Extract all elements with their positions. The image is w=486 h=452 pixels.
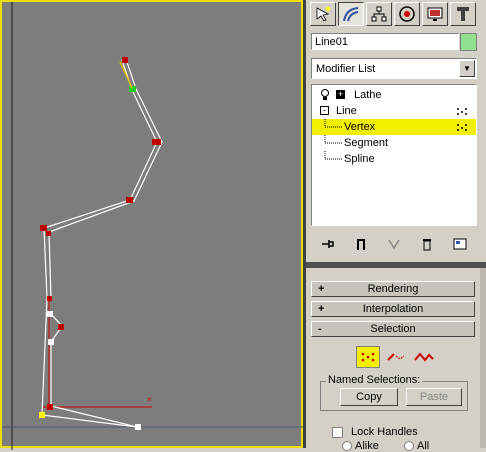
stack-item-segment[interactable]: Segment xyxy=(312,135,476,151)
vertex-mode-button[interactable] xyxy=(356,346,380,368)
rollout-label: Interpolation xyxy=(362,303,424,315)
configure-modifier-sets-button[interactable] xyxy=(450,235,470,253)
command-panel: Modifier List ▼ + Lathe - Line Vertex Se… xyxy=(306,0,486,452)
pin-stack-button[interactable] xyxy=(318,235,338,253)
vertex-dots-icon xyxy=(457,124,467,131)
vertex xyxy=(47,296,52,301)
spline-mode-button[interactable] xyxy=(412,346,436,368)
chevron-down-icon[interactable]: ▼ xyxy=(459,60,475,77)
vertex xyxy=(122,57,128,63)
lock-handles-label: Lock Handles xyxy=(351,426,418,438)
stack-item-lathe[interactable]: + Lathe xyxy=(312,87,476,103)
viewport[interactable]: × xyxy=(0,0,305,450)
stack-item-label: Segment xyxy=(344,137,389,149)
vertex xyxy=(46,231,51,236)
tab-hierarchy[interactable] xyxy=(366,2,392,26)
spline-mode-icon xyxy=(414,352,434,362)
collapse-icon[interactable]: - xyxy=(320,106,329,115)
rollout-label: Selection xyxy=(370,323,416,335)
tab-utilities[interactable] xyxy=(450,2,476,26)
rollout-interpolation[interactable]: + Interpolation xyxy=(311,301,475,317)
named-selections-group: Named Selections: Copy Paste xyxy=(320,374,468,411)
command-panel-tabs xyxy=(310,2,476,26)
create-icon xyxy=(316,7,330,22)
vertex-mode-icon xyxy=(361,352,375,362)
stack-item-vertex[interactable]: Vertex xyxy=(312,119,476,135)
stack-item-label: Lathe xyxy=(354,89,382,101)
stack-item-spline[interactable]: Spline xyxy=(312,151,476,167)
show-end-result-button[interactable] xyxy=(351,235,371,253)
stack-item-label: Spline xyxy=(344,153,375,165)
paste-button[interactable]: Paste xyxy=(406,388,462,406)
tab-motion[interactable] xyxy=(394,2,420,26)
vertex-selected xyxy=(39,412,45,418)
modifier-list-dropdown[interactable]: Modifier List ▼ xyxy=(311,58,477,79)
lock-handles-checkbox[interactable] xyxy=(332,427,343,438)
vertex xyxy=(48,339,54,345)
vertex xyxy=(47,404,53,410)
rollout-selection[interactable]: - Selection xyxy=(311,321,475,337)
segment-mode-button[interactable] xyxy=(384,346,408,368)
selection-mode-group xyxy=(356,346,436,368)
object-name-field[interactable] xyxy=(311,33,459,50)
bulb-icon[interactable] xyxy=(320,89,330,101)
remove-modifier-button[interactable] xyxy=(417,235,437,253)
stack-toolbar xyxy=(311,234,477,254)
vertex xyxy=(40,225,47,231)
configure-modifier-sets-icon xyxy=(453,238,467,250)
modifier-stack[interactable]: + Lathe - Line Vertex Segment Spline xyxy=(311,84,477,226)
vertex xyxy=(47,311,53,317)
make-unique-icon xyxy=(388,239,400,250)
make-unique-button[interactable] xyxy=(384,235,404,253)
stack-item-label: Line xyxy=(336,105,357,117)
motion-icon xyxy=(399,6,415,22)
vertex xyxy=(126,197,133,203)
rollout-label: Rendering xyxy=(367,283,419,295)
tab-create[interactable] xyxy=(310,2,336,26)
tab-modify[interactable] xyxy=(338,2,364,26)
spline-shape xyxy=(41,58,163,428)
segment-mode-icon xyxy=(387,353,405,361)
panel-scrollbar[interactable] xyxy=(480,268,486,448)
expand-icon[interactable]: + xyxy=(336,90,345,99)
utilities-icon xyxy=(457,7,469,21)
display-icon xyxy=(427,7,443,21)
all-label: All xyxy=(417,440,430,452)
named-selections-label: Named Selections: xyxy=(326,374,423,386)
modify-icon xyxy=(343,7,359,22)
copy-button[interactable]: Copy xyxy=(340,388,398,406)
all-radio[interactable] xyxy=(404,441,414,451)
spline-viewport-canvas[interactable]: × xyxy=(2,2,305,450)
axis-x-glyph: × xyxy=(147,395,152,404)
panel-separator xyxy=(306,262,486,268)
vertex-dots-icon xyxy=(457,108,467,115)
vertex-handle xyxy=(129,86,136,92)
vertex xyxy=(58,324,64,330)
vertex xyxy=(152,139,161,145)
object-color-swatch[interactable] xyxy=(460,33,477,51)
vertex xyxy=(135,424,141,430)
alike-radio[interactable] xyxy=(342,441,352,451)
tab-display[interactable] xyxy=(422,2,448,26)
modifier-list-label: Modifier List xyxy=(316,63,376,75)
show-end-result-icon xyxy=(356,239,365,250)
hierarchy-icon xyxy=(371,6,387,22)
rollout-rendering[interactable]: + Rendering xyxy=(311,281,475,297)
stack-item-line[interactable]: - Line xyxy=(312,103,476,119)
remove-modifier-icon xyxy=(423,239,432,251)
alike-label: Alike xyxy=(355,440,379,452)
stack-item-label: Vertex xyxy=(344,121,376,133)
pin-stack-icon xyxy=(321,240,334,248)
